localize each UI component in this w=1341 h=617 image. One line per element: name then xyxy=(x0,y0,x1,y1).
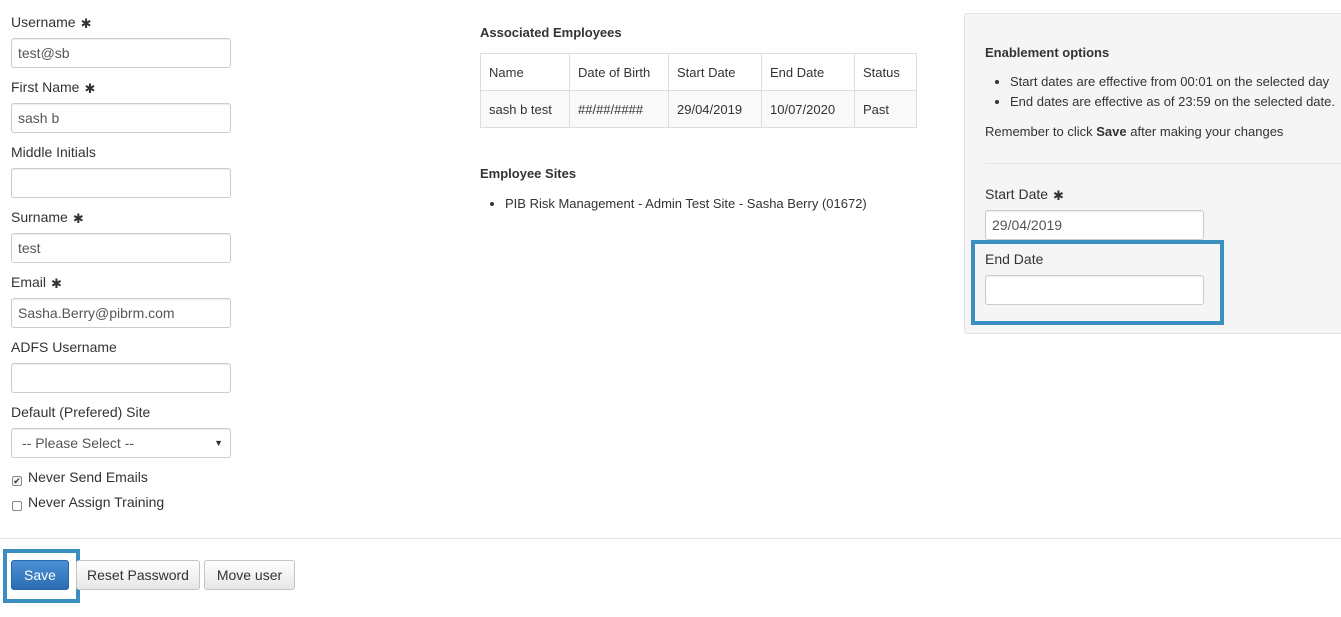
save-reminder-bold: Save xyxy=(1096,124,1127,139)
panel-divider xyxy=(985,163,1341,164)
cell-status: Past xyxy=(854,90,917,128)
column-header-status: Status xyxy=(854,53,917,91)
column-header-dob: Date of Birth xyxy=(569,53,669,91)
required-icon: ✱ xyxy=(84,81,96,96)
start-date-label-text: Start Date xyxy=(985,186,1049,202)
column-header-end-date: End Date xyxy=(761,53,855,91)
save-highlight xyxy=(3,549,80,603)
move-user-button[interactable]: Move user xyxy=(204,560,295,590)
start-date-input[interactable] xyxy=(985,210,1204,240)
never-assign-training-label: Never Assign Training xyxy=(28,494,165,510)
end-date-highlight xyxy=(971,240,1224,325)
middle-initials-input[interactable] xyxy=(11,168,231,198)
save-reminder-suffix: after making your changes xyxy=(1126,124,1284,139)
required-icon: ✱ xyxy=(72,211,84,226)
table-header-row: Name Date of Birth Start Date End Date S… xyxy=(480,53,917,91)
footer-divider xyxy=(0,538,1341,539)
cell-dob: ##/##/#### xyxy=(569,90,669,128)
adfs-username-label: ADFS Username xyxy=(11,339,117,355)
username-label-text: Username xyxy=(11,14,76,30)
list-item: PIB Risk Management - Admin Test Site - … xyxy=(505,195,867,213)
list-item: Start dates are effective from 00:01 on … xyxy=(1010,72,1335,92)
first-name-input[interactable] xyxy=(11,103,231,133)
first-name-label: First Name ✱ xyxy=(11,79,95,96)
never-send-emails-checkbox[interactable]: ✔ xyxy=(12,476,22,486)
username-input[interactable] xyxy=(11,38,231,68)
default-site-select[interactable]: -- Please Select -- ▼ xyxy=(11,428,231,458)
enablement-heading: Enablement options xyxy=(985,45,1110,60)
surname-label: Surname ✱ xyxy=(11,209,84,226)
cell-name: sash b test xyxy=(480,90,570,128)
chevron-down-icon: ▼ xyxy=(214,438,223,448)
reset-password-button[interactable]: Reset Password xyxy=(76,560,200,590)
required-icon: ✱ xyxy=(51,276,62,291)
cell-start-date: 29/04/2019 xyxy=(668,90,762,128)
employee-sites-list: PIB Risk Management - Admin Test Site - … xyxy=(480,195,867,213)
enablement-bullets: Start dates are effective from 00:01 on … xyxy=(985,72,1335,112)
default-site-label: Default (Prefered) Site xyxy=(11,404,151,420)
employee-sites-heading: Employee Sites xyxy=(480,166,577,181)
table-row[interactable]: sash b test ##/##/#### 29/04/2019 10/07/… xyxy=(480,90,917,128)
username-label: Username ✱ xyxy=(11,14,92,31)
default-site-selected: -- Please Select -- xyxy=(22,435,135,451)
middle-initials-label: Middle Initials xyxy=(11,144,96,160)
save-reminder-prefix: Remember to click xyxy=(985,124,1097,139)
list-item: End dates are effective as of 23:59 on t… xyxy=(1010,92,1335,112)
email-label-text: Email xyxy=(11,274,47,290)
associated-employees-table: Name Date of Birth Start Date End Date S… xyxy=(480,53,917,128)
required-icon: ✱ xyxy=(1053,188,1064,203)
save-reminder: Remember to click Save after making your… xyxy=(985,124,1283,139)
email-input[interactable] xyxy=(11,298,231,328)
column-header-start-date: Start Date xyxy=(668,53,762,91)
surname-input[interactable] xyxy=(11,233,231,263)
required-icon: ✱ xyxy=(80,16,92,31)
surname-label-text: Surname xyxy=(11,209,68,225)
associated-employees-heading: Associated Employees xyxy=(480,25,622,40)
start-date-label: Start Date ✱ xyxy=(985,186,1064,203)
column-header-name: Name xyxy=(480,53,570,91)
first-name-label-text: First Name xyxy=(11,79,80,95)
never-assign-training-checkbox[interactable] xyxy=(12,501,22,511)
cell-end-date: 10/07/2020 xyxy=(761,90,855,128)
never-send-emails-label: Never Send Emails xyxy=(28,469,148,485)
email-label: Email ✱ xyxy=(11,274,62,291)
adfs-username-input[interactable] xyxy=(11,363,231,393)
